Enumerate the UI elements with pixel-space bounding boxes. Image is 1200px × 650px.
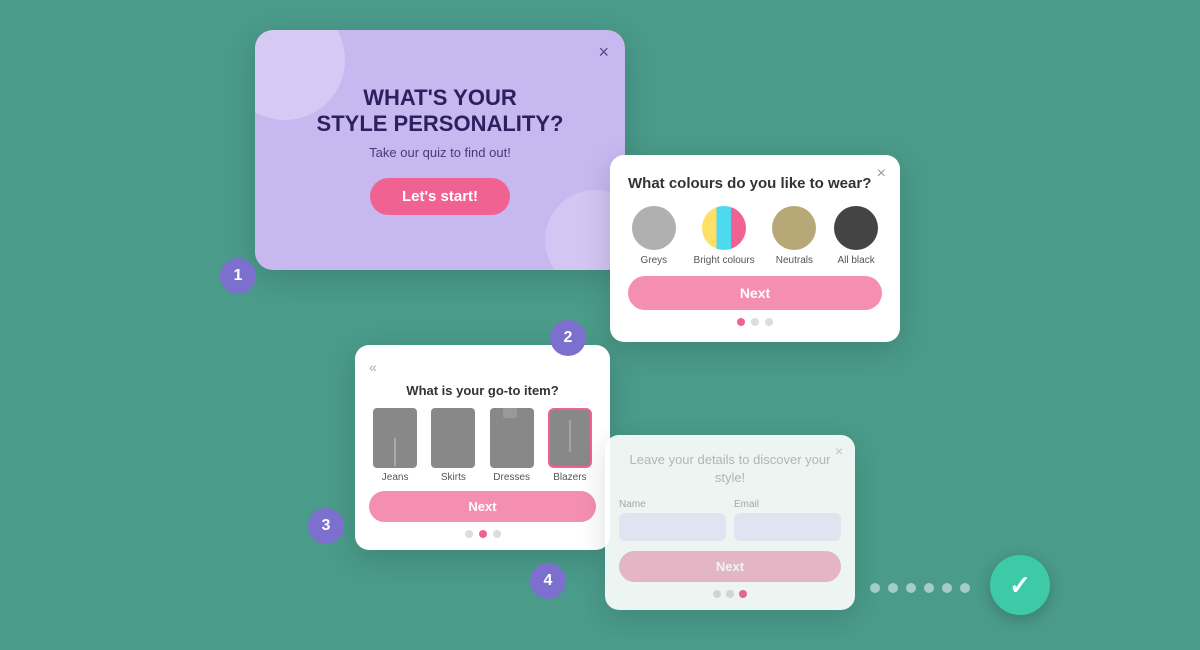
card3-back-button[interactable]: « <box>369 359 596 375</box>
email-label: Email <box>734 499 841 510</box>
item-options: Jeans Skirts Dresses <box>369 408 596 483</box>
black-circle <box>834 206 878 250</box>
card1-content: WHAT'S YOURSTYLE PERSONALITY? Take our q… <box>255 30 625 270</box>
card2-close-button[interactable]: × <box>877 165 886 183</box>
item-jeans[interactable]: Jeans <box>373 408 417 483</box>
card4-dot-3 <box>739 590 747 598</box>
card4-progress-dots <box>619 590 841 598</box>
grey-circle <box>632 206 676 250</box>
completion-badge: ✓ <box>990 555 1050 615</box>
jeans-label: Jeans <box>382 472 409 483</box>
dress-svg <box>490 408 530 466</box>
neutral-label: Neutrals <box>776 255 813 266</box>
card3-next-button[interactable]: Next <box>369 491 596 522</box>
step-badge-4: 4 <box>530 563 566 599</box>
check-icon: ✓ <box>1009 570 1031 601</box>
dresses-label: Dresses <box>493 472 530 483</box>
card4-next-button[interactable]: Next <box>619 551 841 582</box>
black-label: All black <box>837 255 874 266</box>
step-badge-3: 3 <box>308 508 344 544</box>
colour-bright[interactable]: Bright colours <box>694 206 755 266</box>
card3-goto-item: « What is your go-to item? Jeans Skirts <box>355 345 610 550</box>
colour-black[interactable]: All black <box>834 206 878 266</box>
name-input[interactable] <box>619 513 726 541</box>
card3-dot-2 <box>479 530 487 538</box>
card4-title: Leave your details to discover your styl… <box>619 451 841 487</box>
skirts-label: Skirts <box>441 472 466 483</box>
dot-line-1 <box>870 583 880 593</box>
bright-label: Bright colours <box>694 255 755 266</box>
step-badge-2: 2 <box>550 320 586 356</box>
card2-next-button[interactable]: Next <box>628 276 882 310</box>
bright-circle <box>702 206 746 250</box>
card3-dot-1 <box>465 530 473 538</box>
card2-progress-dots <box>628 318 882 326</box>
card1-style-personality: × WHAT'S YOURSTYLE PERSONALITY? Take our… <box>255 30 625 270</box>
card3-progress-dots <box>369 530 596 538</box>
jeans-image <box>373 408 417 468</box>
name-label: Name <box>619 499 726 510</box>
dot-line-3 <box>906 583 916 593</box>
dot-line-6 <box>960 583 970 593</box>
card2-title: What colours do you like to wear? <box>628 175 882 192</box>
step-badge-1: 1 <box>220 258 256 294</box>
colour-greys[interactable]: Greys <box>632 206 676 266</box>
card3-dot-3 <box>493 530 501 538</box>
email-field: Email <box>734 499 841 541</box>
blazer-svg <box>550 410 590 468</box>
name-field: Name <box>619 499 726 541</box>
card4-close-button[interactable]: × <box>835 443 843 459</box>
card1-title: WHAT'S YOURSTYLE PERSONALITY? <box>317 85 564 138</box>
blazers-image <box>548 408 592 468</box>
blazers-label: Blazers <box>553 472 586 483</box>
dot-2 <box>751 318 759 326</box>
dot-line-5 <box>942 583 952 593</box>
card4-dot-1 <box>713 590 721 598</box>
item-skirts[interactable]: Skirts <box>431 408 475 483</box>
item-blazers[interactable]: Blazers <box>548 408 592 483</box>
card4-fields: Name Email <box>619 499 841 541</box>
dot-line-4 <box>924 583 934 593</box>
card4-details: × Leave your details to discover your st… <box>605 435 855 610</box>
item-dresses[interactable]: Dresses <box>490 408 534 483</box>
lets-start-button[interactable]: Let's start! <box>370 178 510 215</box>
card4-dot-2 <box>726 590 734 598</box>
card2-colours: × What colours do you like to wear? Grey… <box>610 155 900 342</box>
card1-subtitle: Take our quiz to find out! <box>369 145 511 160</box>
dotted-line <box>870 583 970 593</box>
email-input[interactable] <box>734 513 841 541</box>
colour-neutrals[interactable]: Neutrals <box>772 206 816 266</box>
colour-options: Greys Bright colours Neutrals All black <box>628 206 882 266</box>
dot-line-2 <box>888 583 898 593</box>
dresses-image <box>490 408 534 468</box>
skirts-image <box>431 408 475 468</box>
dot-1 <box>737 318 745 326</box>
grey-label: Greys <box>641 255 668 266</box>
neutral-circle <box>772 206 816 250</box>
dot-3 <box>765 318 773 326</box>
card3-title: What is your go-to item? <box>369 383 596 398</box>
